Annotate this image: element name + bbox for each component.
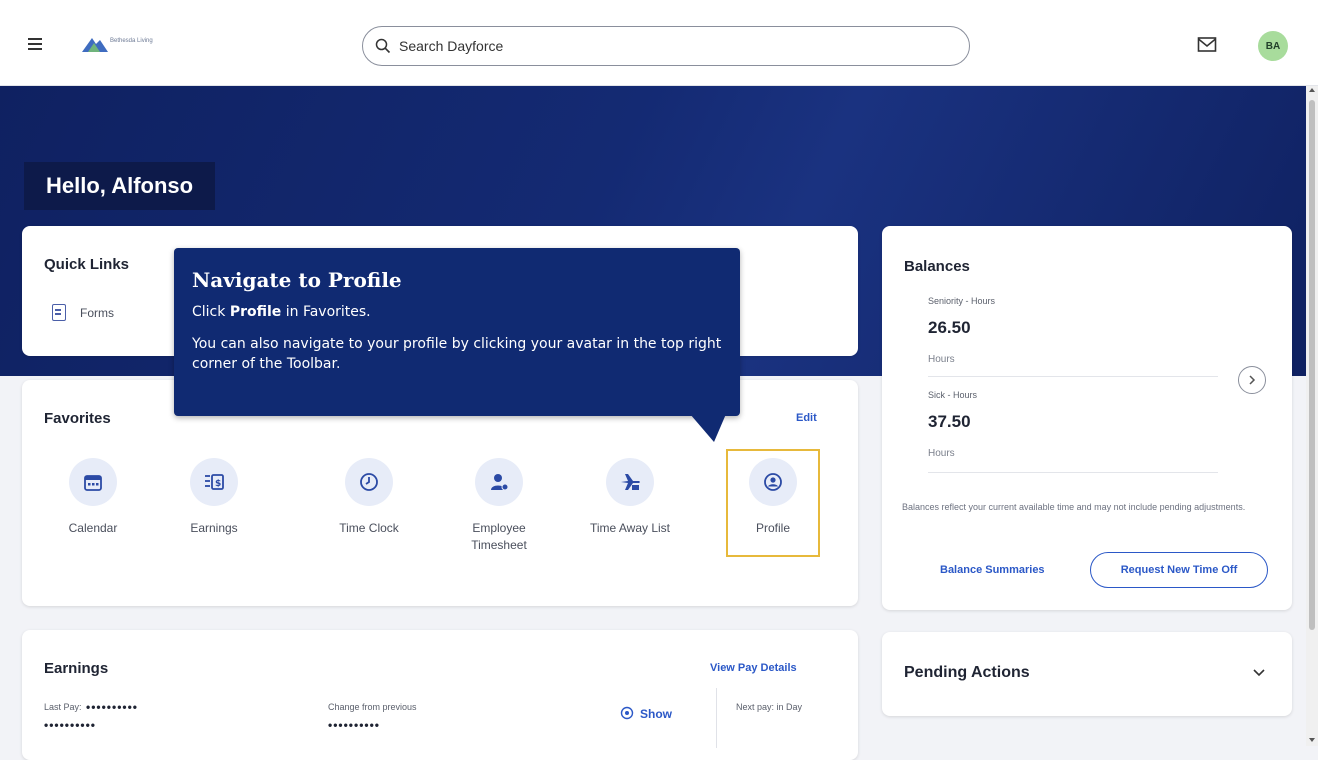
tooltip-pointer [690, 414, 726, 442]
scrollbar-thumb[interactable] [1309, 100, 1315, 630]
next-balance-button[interactable] [1238, 366, 1266, 394]
change-label: Change from previous [328, 702, 417, 712]
show-label: Show [640, 707, 672, 721]
guided-tour-tooltip: Navigate to Profile Click Profile in Fav… [174, 248, 740, 416]
request-time-off-button[interactable]: Request New Time Off [1090, 552, 1268, 588]
balance-unit: Hours [928, 448, 955, 459]
svg-text:$: $ [215, 479, 221, 489]
divider [928, 376, 1218, 377]
edit-favorites-link[interactable]: Edit [796, 412, 817, 424]
favorite-label: Time Away List [589, 521, 671, 535]
last-pay-masked: •••••••••• [86, 700, 139, 714]
balances-title: Balances [904, 258, 970, 275]
chevron-right-icon [1249, 375, 1256, 385]
favorite-label: Time Clock [339, 521, 399, 535]
favorite-label: Employee Timesheet [471, 521, 527, 552]
toolbar: Bethesda Living BA [0, 0, 1318, 86]
tooltip-description: You can also navigate to your profile by… [192, 336, 722, 372]
balances-card: Balances Seniority - Hours 26.50 Hours S… [882, 226, 1292, 610]
search-icon [375, 38, 391, 54]
scroll-up-arrow-icon[interactable] [1309, 88, 1315, 92]
favorite-employee-timesheet[interactable]: Employee Timesheet [444, 458, 554, 554]
clock-icon [360, 473, 378, 491]
earnings-title: Earnings [44, 660, 109, 677]
logo-mark-icon [82, 38, 108, 52]
favorite-label: Calendar [68, 521, 118, 535]
plane-icon [621, 474, 640, 490]
mail-icon[interactable] [1197, 36, 1217, 54]
form-icon [52, 304, 66, 321]
balance-unit: Hours [928, 354, 955, 365]
favorite-calendar[interactable]: Calendar [38, 458, 148, 537]
chevron-down-icon[interactable] [1252, 666, 1266, 680]
earnings-icon: $ [205, 474, 224, 490]
tooltip-instruction: Click Profile in Favorites. [192, 304, 722, 320]
avatar[interactable]: BA [1258, 31, 1288, 61]
balance-label: Seniority - Hours [928, 296, 996, 306]
greeting-text: Hello, Alfonso [24, 162, 216, 210]
tooltip-bold-text: Profile [229, 304, 282, 320]
view-pay-details-link[interactable]: View Pay Details [710, 662, 797, 674]
search-input[interactable] [399, 36, 939, 56]
quick-link-forms[interactable]: Forms [80, 306, 114, 320]
profile-highlight-box [726, 449, 820, 557]
employee-timesheet-icon [491, 474, 509, 491]
balance-label: Sick - Hours [928, 390, 978, 400]
balance-summaries-link[interactable]: Balance Summaries [940, 564, 1045, 576]
tooltip-text: in Favorites. [281, 304, 371, 320]
divider [928, 472, 1218, 473]
divider [716, 688, 717, 748]
show-button[interactable]: Show [620, 706, 672, 721]
logo-text: Bethesda Living [110, 38, 153, 44]
scroll-down-arrow-icon[interactable] [1309, 738, 1315, 742]
company-logo[interactable]: Bethesda Living [80, 34, 166, 56]
favorite-time-away-list[interactable]: Time Away List [575, 458, 685, 537]
pending-actions-title: Pending Actions [904, 664, 1030, 681]
favorites-title: Favorites [44, 410, 111, 427]
calendar-icon [84, 475, 102, 491]
last-pay-masked-2: •••••••••• [44, 718, 97, 732]
balances-note: Balances reflect your current available … [902, 502, 1246, 512]
eye-icon [620, 706, 634, 720]
tooltip-text: Click [192, 304, 230, 320]
search-bar[interactable] [362, 26, 970, 66]
next-pay-label: Next pay: in Day [736, 702, 803, 712]
pending-actions-card[interactable]: Pending Actions [882, 632, 1292, 716]
change-masked: •••••••••• [328, 718, 381, 732]
tooltip-title: Navigate to Profile [192, 268, 402, 292]
balance-value: 26.50 [928, 318, 971, 337]
menu-icon[interactable] [28, 38, 42, 50]
favorite-earnings[interactable]: $ Earnings [159, 458, 269, 537]
favorite-label: Earnings [190, 521, 238, 535]
favorite-time-clock[interactable]: Time Clock [314, 458, 424, 537]
earnings-card: Earnings View Pay Details Last Pay: ••••… [22, 630, 858, 760]
last-pay-label: Last Pay: [44, 702, 82, 712]
balance-value: 37.50 [928, 412, 971, 431]
quick-links-title: Quick Links [44, 256, 130, 273]
